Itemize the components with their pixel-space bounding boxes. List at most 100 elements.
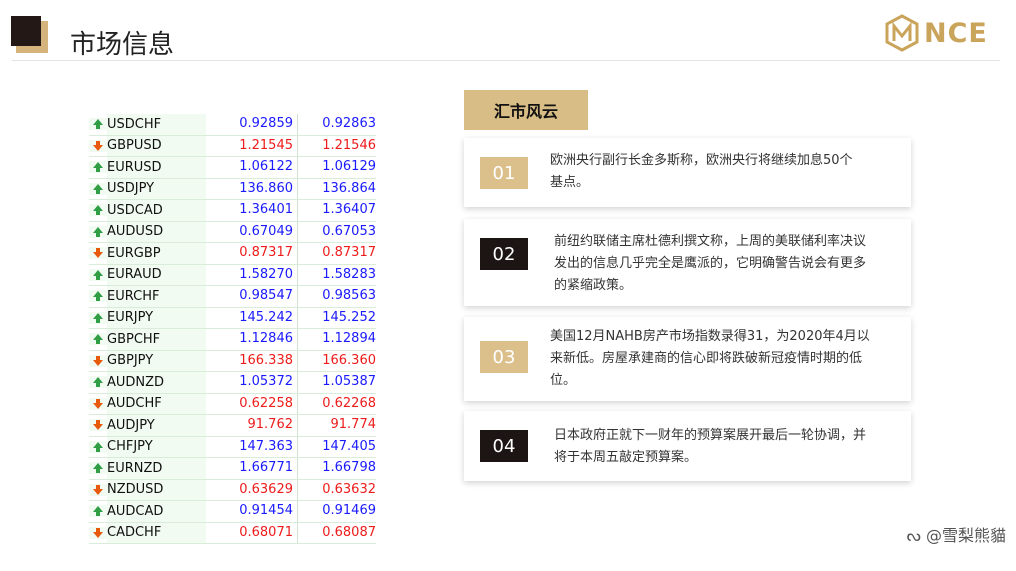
fx-ask: 91.774 — [330, 417, 377, 432]
fx-row: EURGBP 0.87317 0.87317 — [89, 243, 376, 265]
nce-logo-icon — [885, 14, 919, 52]
news-line: 的紧缩政策。 — [554, 278, 633, 293]
news-line: 发出的信息几乎完全是鹰派的，它明确警告说会有更多 — [554, 256, 867, 271]
news-number-badge: 03 — [480, 341, 528, 373]
arrow-up-icon — [93, 205, 103, 216]
fx-ask: 1.36407 — [322, 202, 376, 217]
news-line: 欧洲央行副行长金多斯称，欧洲央行将继续加息50个 — [550, 153, 853, 168]
arrow-down-icon — [93, 355, 103, 366]
fx-ask: 147.405 — [322, 438, 376, 454]
news-text: 美国12月NAHB房产市场指数录得31，为2020年4月以 来新低。房屋承建商的… — [550, 326, 870, 392]
fx-row: EURNZD 1.66771 1.66798 — [89, 458, 376, 480]
arrow-up-icon — [93, 119, 103, 130]
news-card-3: 03 美国12月NAHB房产市场指数录得31，为2020年4月以 来新低。房屋承… — [464, 317, 911, 401]
fx-ask: 0.62268 — [322, 395, 376, 411]
logo-text: NCE — [924, 18, 988, 49]
fx-row: USDJPY 136.860 136.864 — [89, 178, 376, 200]
fx-bid: 0.87317 — [206, 243, 298, 264]
fx-ask: 1.06129 — [322, 159, 376, 174]
news-card-1: 01 欧洲央行副行长金多斯称，欧洲央行将继续加息50个 基点。 — [464, 138, 911, 207]
fx-bid: 0.67049 — [206, 221, 298, 242]
fx-symbol: AUDNZD — [107, 372, 206, 393]
fx-bid: 145.242 — [206, 307, 298, 328]
fx-ask: 0.63632 — [322, 481, 376, 497]
arrow-up-icon — [93, 162, 103, 173]
fx-bid: 1.06122 — [206, 157, 298, 178]
fx-row: EURCHF 0.98547 0.98563 — [89, 286, 376, 308]
news-line: 美国12月NAHB房产市场指数录得31，为2020年4月以 — [550, 329, 870, 344]
fx-ask: 0.92863 — [322, 116, 376, 131]
fx-row: GBPUSD 1.21545 1.21546 — [89, 135, 376, 157]
fx-symbol: AUDCAD — [107, 501, 206, 522]
fx-bid: 0.62258 — [206, 393, 298, 414]
fx-row: GBPCHF 1.12846 1.12894 — [89, 329, 376, 351]
news-card-4: 04 日本政府正就下一财年的预算案展开最后一轮协调，并 将于本周五敲定预算案。 — [464, 411, 911, 481]
fx-symbol: GBPCHF — [107, 329, 206, 350]
fx-row: AUDNZD 1.05372 1.05387 — [89, 372, 376, 394]
fx-row: EURUSD 1.06122 1.06129 — [89, 157, 376, 179]
news-card-2: 02 前纽约联储主席杜德利撰文称，上周的美联储利率决议 发出的信息几乎完全是鹰派… — [464, 219, 911, 306]
fx-ask: 145.252 — [322, 309, 376, 325]
news-line: 将于本周五敲定预算案。 — [554, 450, 698, 465]
fx-ask: 136.864 — [322, 180, 376, 196]
news-number-badge: 02 — [480, 238, 528, 270]
fx-ask: 1.05387 — [322, 374, 376, 389]
fx-row: CADCHF 0.68071 0.68087 — [89, 522, 376, 544]
fx-bid: 0.63629 — [206, 479, 298, 500]
fx-row: USDCAD 1.36401 1.36407 — [89, 200, 376, 222]
title-divider — [12, 60, 1000, 61]
news-text: 前纽约联储主席杜德利撰文称，上周的美联储利率决议 发出的信息几乎完全是鹰派的，它… — [554, 231, 866, 297]
fx-row: GBPJPY 166.338 166.360 — [89, 350, 376, 372]
news-number-badge: 04 — [480, 430, 528, 462]
fx-bid: 0.68071 — [206, 522, 298, 543]
fx-row: AUDCAD 0.91454 0.91469 — [89, 501, 376, 523]
fx-symbol: EURCHF — [107, 286, 206, 307]
arrow-up-icon — [93, 269, 103, 280]
fx-bid: 0.91454 — [206, 501, 298, 522]
arrow-down-icon — [93, 398, 103, 409]
fx-row: EURAUD 1.58270 1.58283 — [89, 264, 376, 286]
fx-symbol: USDCAD — [107, 200, 206, 221]
fx-row: CHFJPY 147.363 147.405 — [89, 436, 376, 458]
fx-ask: 0.98563 — [322, 288, 376, 303]
fx-bid: 91.762 — [206, 415, 298, 436]
nce-logo: NCE — [884, 14, 996, 52]
fx-symbol: USDJPY — [107, 178, 206, 199]
fx-row: NZDUSD 0.63629 0.63632 — [89, 479, 376, 501]
fx-symbol: CHFJPY — [107, 436, 206, 457]
news-line: 基点。 — [550, 175, 590, 190]
news-line: 来新低。房屋承建商的信心即将跌破新冠疫情时期的低 — [550, 351, 863, 366]
arrow-up-icon — [93, 183, 103, 194]
page-title: 市场信息 — [70, 30, 175, 60]
arrow-up-icon — [93, 291, 103, 302]
fx-bid: 136.860 — [206, 178, 298, 199]
title-accent-square-dark — [11, 16, 41, 46]
fx-symbol: NZDUSD — [107, 479, 206, 500]
fx-bid: 166.338 — [206, 350, 298, 371]
fx-symbol: AUDJPY — [107, 415, 206, 436]
fx-bid: 1.05372 — [206, 372, 298, 393]
news-text: 日本政府正就下一财年的预算案展开最后一轮协调，并 将于本周五敲定预算案。 — [554, 425, 866, 469]
arrow-up-icon — [93, 441, 103, 452]
news-text: 欧洲央行副行长金多斯称，欧洲央行将继续加息50个 基点。 — [550, 150, 853, 194]
fx-ask: 1.21546 — [322, 137, 376, 153]
fx-bid: 0.98547 — [206, 286, 298, 307]
arrow-down-icon — [93, 527, 103, 538]
fx-ask: 166.360 — [322, 352, 376, 368]
fx-row: USDCHF 0.92859 0.92863 — [89, 114, 376, 136]
fx-row: EURJPY 145.242 145.252 — [89, 307, 376, 329]
arrow-down-icon — [93, 420, 103, 431]
fx-symbol: USDCHF — [107, 114, 206, 135]
watermark: ᔓ @雪梨熊貓 — [907, 522, 1006, 546]
watermark-text: @雪梨熊貓 — [925, 526, 1006, 545]
arrow-up-icon — [93, 463, 103, 474]
fx-bid: 1.66771 — [206, 458, 298, 479]
news-section-header: 汇市风云 — [464, 90, 588, 130]
fx-bid: 1.12846 — [206, 329, 298, 350]
fx-bid: 147.363 — [206, 436, 298, 457]
fx-symbol: EURAUD — [107, 264, 206, 285]
news-number-badge: 01 — [480, 157, 528, 189]
news-line: 位。 — [550, 373, 577, 388]
arrow-down-icon — [93, 248, 103, 259]
fx-symbol: AUDUSD — [107, 221, 206, 242]
